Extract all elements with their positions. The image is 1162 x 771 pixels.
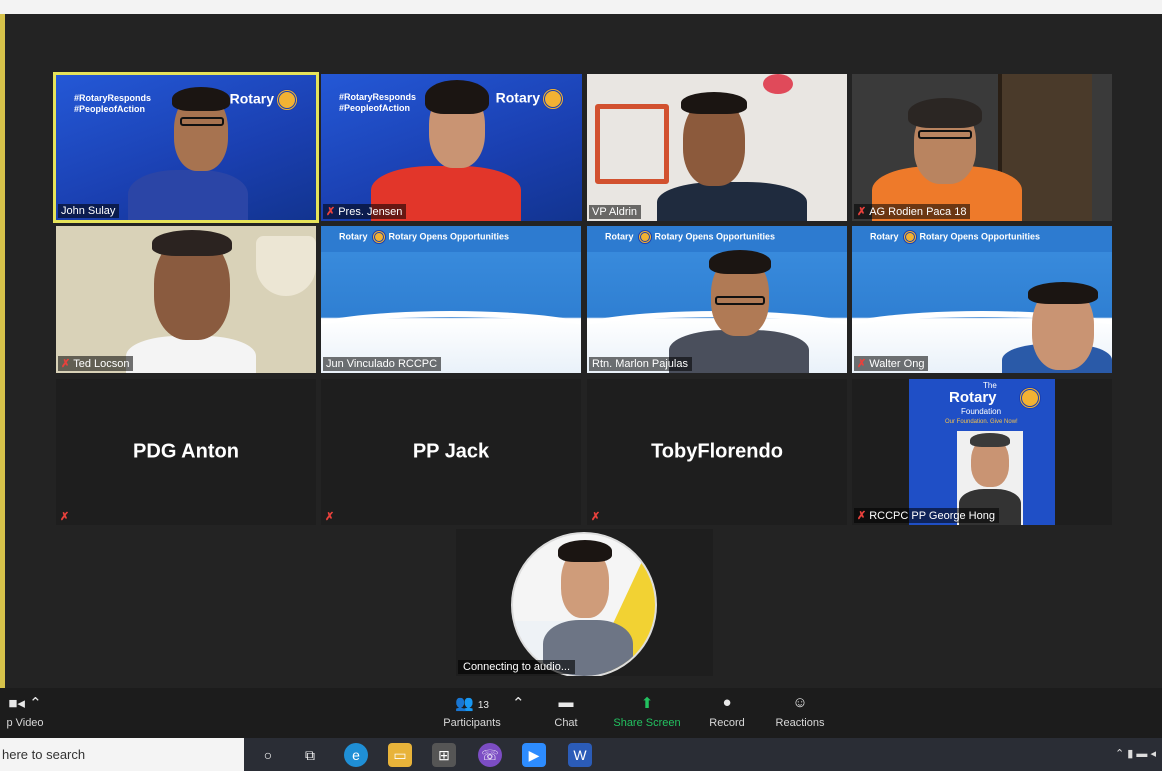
muted-mic-icon: ✗ xyxy=(857,510,867,522)
edge-browser-icon[interactable]: e xyxy=(344,743,368,767)
video-tile-walter-ong[interactable]: Rotary Rotary Opens Opportunities ✗ Walte… xyxy=(852,226,1112,373)
viber-icon[interactable]: ☏ xyxy=(478,743,502,767)
rotary-opens-banner: Rotary Rotary Opens Opportunities xyxy=(852,226,1112,252)
chat-button[interactable]: ▬ Chat xyxy=(548,694,584,729)
lamp xyxy=(256,236,316,296)
video-tile-ag-rodien[interactable]: ✗ AG Rodien Paca 18 xyxy=(852,74,1112,221)
file-explorer-icon[interactable]: ▭ xyxy=(388,743,412,767)
stop-video-button[interactable]: ■◂ ⌃ p Video xyxy=(0,694,50,729)
profile-avatar xyxy=(511,532,657,676)
rotary-wheel-icon xyxy=(276,89,298,111)
rotary-wheel-icon xyxy=(542,88,564,110)
rotary-logo: Rotary xyxy=(230,89,298,111)
video-tile-toby-florendo[interactable]: TobyFlorendo ✗ xyxy=(587,379,847,525)
banner-hashtags: #RotaryResponds #PeopleofAction xyxy=(74,93,152,114)
participant-name: ✗ Pres. Jensen xyxy=(323,204,407,219)
reactions-icon: ☺ xyxy=(792,694,808,711)
rotary-wheel-icon xyxy=(372,230,387,244)
video-tile-pres-jensen[interactable]: #RotaryResponds #PeopleofAction Rotary ✗ P… xyxy=(321,74,582,221)
participant-name: ✗ AG Rodien Paca 18 xyxy=(854,204,971,219)
foundation-card: The Rotary Foundation Our Foundation. Gi… xyxy=(909,379,1055,525)
video-tile-vp-aldrin[interactable]: VP Aldrin xyxy=(587,74,847,221)
cortana-icon[interactable]: ○ xyxy=(256,743,280,767)
share-screen-icon: ⬆ xyxy=(640,695,654,712)
video-tile-jun-vinculado[interactable]: Rotary Rotary Opens Opportunities Jun Vi… xyxy=(321,226,581,373)
participants-icon: 👥 13 xyxy=(455,695,489,712)
participant-name: ✗ Ted Locson xyxy=(58,356,134,371)
system-tray-icons[interactable]: ⌃ ▮ ▬ ◂ xyxy=(1115,747,1156,760)
zoom-app-icon[interactable]: ▶ xyxy=(522,743,546,767)
banner-hashtags: #RotaryResponds #PeopleofAction xyxy=(339,92,417,113)
rotary-wheel-icon xyxy=(1019,387,1041,409)
muted-mic-icon: ✗ xyxy=(591,511,601,523)
video-tile-george-hong[interactable]: The Rotary Foundation Our Foundation. Gi… xyxy=(852,379,1112,525)
muted-mic-icon: ✗ xyxy=(61,358,71,370)
video-tile-pdg-anton[interactable]: PDG Anton ✗ xyxy=(56,379,316,525)
meeting-toolbar: ■◂ ⌃ p Video 👥 13 Participants ⌃ ▬ Chat … xyxy=(0,688,1162,738)
rotary-wheel-icon xyxy=(638,230,653,244)
video-tile-marlon-pajulas[interactable]: Rotary Rotary Opens Opportunities Rtn. M… xyxy=(587,226,847,373)
reactions-button[interactable]: ☺ Reactions xyxy=(772,694,828,729)
os-taskbar: here to search ○ ⧉ e ▭ ⊞ ☏ ▶ W ⌃ ▮ ▬ ◂ xyxy=(0,738,1162,771)
record-button[interactable]: ● Record xyxy=(706,694,748,729)
record-icon: ● xyxy=(722,694,732,711)
rotary-opens-banner: Rotary Rotary Opens Opportunities xyxy=(321,226,581,252)
store-icon[interactable]: ⊞ xyxy=(432,743,456,767)
muted-mic-icon: ✗ xyxy=(326,206,336,218)
muted-mic-icon: ✗ xyxy=(857,358,867,370)
participant-name: Rtn. Marlon Pajulas xyxy=(589,357,692,371)
chat-icon: ▬ xyxy=(558,694,574,711)
muted-mic-icon: ✗ xyxy=(60,511,70,523)
video-tile-ted-locson[interactable]: ✗ Ted Locson xyxy=(56,226,316,373)
muted-mic-icon: ✗ xyxy=(857,206,867,218)
wall-clock xyxy=(763,74,793,94)
task-view-icon[interactable]: ⧉ xyxy=(298,743,322,767)
taskbar-search-input[interactable]: here to search xyxy=(0,738,244,771)
participant-name: TobyFlorendo xyxy=(651,440,783,463)
video-tile-pp-jack[interactable]: PP Jack ✗ xyxy=(321,379,581,525)
self-view-tile[interactable]: Connecting to audio... xyxy=(456,529,713,676)
rotary-logo: Rotary xyxy=(496,88,564,110)
participant-name: PDG Anton xyxy=(133,440,239,463)
participant-name: ✗ RCCPC PP George Hong xyxy=(854,508,999,523)
chevron-up-icon: ⌃ xyxy=(512,695,525,712)
shelf xyxy=(595,104,669,184)
window-top-strip xyxy=(0,0,1162,14)
participants-button[interactable]: 👥 13 Participants xyxy=(440,694,504,729)
participant-name: John Sulay xyxy=(58,204,120,218)
participant-name: Jun Vinculado RCCPC xyxy=(323,357,442,371)
audio-status: Connecting to audio... xyxy=(458,660,576,674)
window-edge xyxy=(0,14,5,714)
word-app-icon[interactable]: W xyxy=(568,743,592,767)
rotary-opens-banner: Rotary Rotary Opens Opportunities xyxy=(587,226,847,252)
participant-name: PP Jack xyxy=(412,440,490,463)
rotary-wheel-icon xyxy=(903,230,918,244)
participants-caret[interactable]: ⌃ xyxy=(512,694,525,717)
video-camera-icon: ■◂ ⌃ xyxy=(8,695,42,712)
participant-name: ✗ Walter Ong xyxy=(854,356,929,371)
video-tile-john-sulay[interactable]: #RotaryResponds #PeopleofAction Rotary Jo… xyxy=(53,72,319,223)
participant-name: VP Aldrin xyxy=(589,205,642,219)
share-screen-button[interactable]: ⬆ Share Screen xyxy=(612,694,682,729)
muted-mic-icon: ✗ xyxy=(325,511,335,523)
